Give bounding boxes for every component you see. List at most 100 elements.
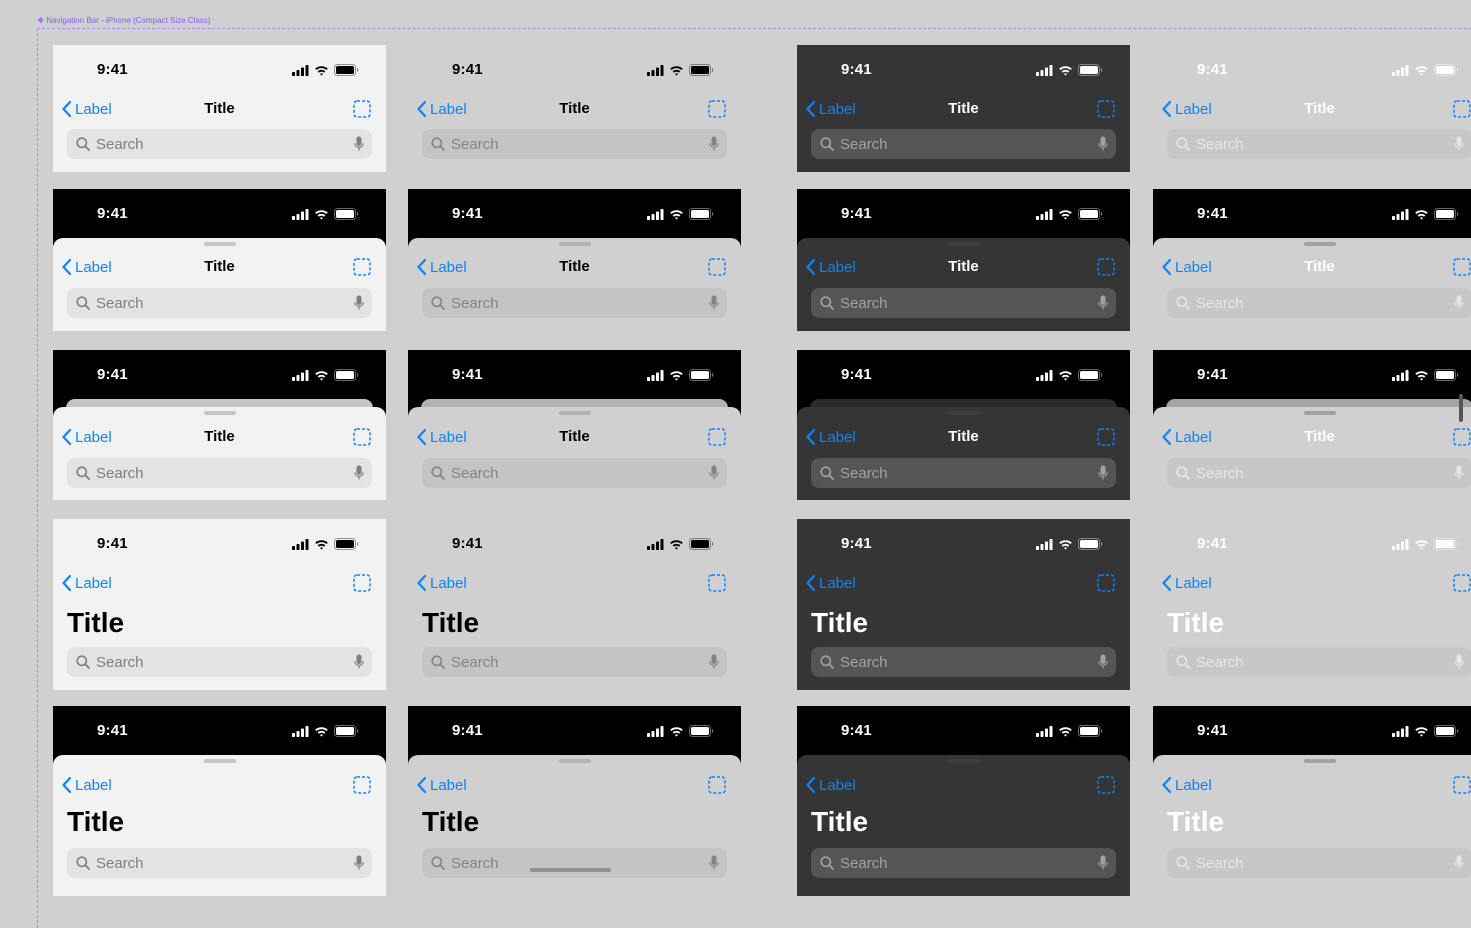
dashed-square-icon[interactable] [708, 574, 726, 592]
dashed-square-icon[interactable] [1453, 776, 1471, 794]
dashed-square-icon[interactable] [1453, 428, 1471, 446]
search-field[interactable]: Search [422, 458, 727, 488]
microphone-icon[interactable] [354, 654, 364, 670]
sheet-grabber[interactable] [1303, 759, 1336, 763]
canvas-scrollbar[interactable] [1459, 394, 1463, 422]
search-field[interactable]: Search [422, 129, 727, 159]
back-button[interactable]: Label [61, 573, 112, 593]
battery-icon [1434, 64, 1459, 76]
search-field[interactable]: Search [1167, 288, 1471, 318]
microphone-icon[interactable] [1098, 654, 1108, 670]
dashed-square-icon[interactable] [1097, 776, 1115, 794]
sheet-grabber[interactable] [558, 411, 591, 415]
microphone-icon[interactable] [709, 465, 719, 481]
search-field[interactable]: Search [67, 288, 372, 318]
microphone-icon[interactable] [1454, 136, 1464, 152]
wifi-icon [1415, 65, 1428, 76]
microphone-icon[interactable] [709, 295, 719, 311]
microphone-icon[interactable] [1454, 855, 1464, 871]
microphone-icon[interactable] [1098, 465, 1108, 481]
sheet-grabber[interactable] [1303, 411, 1336, 415]
back-button[interactable]: Label [1161, 775, 1212, 795]
dashed-square-icon[interactable] [1453, 258, 1471, 276]
sheet-grabber[interactable] [203, 411, 236, 415]
dashed-square-icon[interactable] [708, 428, 726, 446]
sheet-grabber[interactable] [947, 759, 980, 763]
cellular-signal-icon [292, 538, 309, 550]
microphone-icon[interactable] [1098, 855, 1108, 871]
back-button[interactable]: Label [805, 775, 856, 795]
microphone-icon[interactable] [1098, 295, 1108, 311]
large-title: Title [811, 607, 869, 638]
search-field[interactable]: Search [811, 129, 1116, 159]
search-field[interactable]: Search [811, 458, 1116, 488]
cellular-signal-icon [1036, 538, 1053, 550]
nav-title: Title [1304, 258, 1335, 275]
dashed-square-icon[interactable] [353, 776, 371, 794]
dashed-square-icon[interactable] [1453, 574, 1471, 592]
nav-bar-standard-full-screen-dark-transparent: 9:41 Label Title Search [1153, 45, 1471, 172]
microphone-icon[interactable] [1454, 465, 1464, 481]
back-button[interactable]: Label [416, 573, 467, 593]
dashed-square-icon[interactable] [1453, 100, 1471, 118]
status-icons [647, 369, 714, 381]
microphone-icon[interactable] [354, 136, 364, 152]
microphone-icon[interactable] [709, 855, 719, 871]
microphone-icon[interactable] [1454, 295, 1464, 311]
microphone-icon[interactable] [1098, 136, 1108, 152]
search-field[interactable]: Search [1167, 129, 1471, 159]
sheet-grabber[interactable] [947, 242, 980, 246]
microphone-icon[interactable] [354, 855, 364, 871]
sheet-grabber[interactable] [558, 759, 591, 763]
microphone-icon[interactable] [354, 465, 364, 481]
search-field[interactable]: Search [1167, 647, 1471, 677]
dashed-square-icon[interactable] [1097, 428, 1115, 446]
search-field[interactable]: Search [811, 288, 1116, 318]
nav-title: Title [1304, 100, 1335, 117]
microphone-icon[interactable] [709, 654, 719, 670]
dashed-square-icon[interactable] [1097, 100, 1115, 118]
status-time: 9:41 [841, 722, 872, 739]
cellular-signal-icon [647, 369, 664, 381]
search-field[interactable]: Search [67, 129, 372, 159]
back-button[interactable]: Label [61, 775, 112, 795]
sheet-grabber[interactable] [947, 411, 980, 415]
dashed-square-icon[interactable] [708, 258, 726, 276]
dashed-square-icon[interactable] [708, 100, 726, 118]
search-field[interactable]: Search [811, 848, 1116, 878]
status-icons [1392, 64, 1459, 76]
dashed-square-icon[interactable] [353, 574, 371, 592]
microphone-icon[interactable] [709, 136, 719, 152]
search-field[interactable]: Search [67, 848, 372, 878]
microphone-icon[interactable] [1454, 654, 1464, 670]
dashed-square-icon[interactable] [353, 428, 371, 446]
battery-icon [334, 538, 359, 550]
back-button[interactable]: Label [416, 775, 467, 795]
cellular-signal-icon [1036, 725, 1053, 737]
back-button[interactable]: Label [1161, 573, 1212, 593]
search-field[interactable]: Search [67, 647, 372, 677]
nav-bar-standard-sheet-dark-transparent: 9:41 Label Title Search [1153, 189, 1471, 331]
sheet-grabber[interactable] [558, 242, 591, 246]
search-field[interactable]: Search [422, 848, 727, 878]
search-field[interactable]: Search [67, 458, 372, 488]
search-field[interactable]: Search [1167, 848, 1471, 878]
dashed-square-icon[interactable] [1097, 574, 1115, 592]
sheet-grabber[interactable] [203, 759, 236, 763]
status-time: 9:41 [841, 535, 872, 552]
search-field[interactable]: Search [422, 647, 727, 677]
search-field[interactable]: Search [1167, 458, 1471, 488]
search-field[interactable]: Search [422, 288, 727, 318]
search-field[interactable]: Search [811, 647, 1116, 677]
dashed-square-icon[interactable] [708, 776, 726, 794]
chevron-left-icon [62, 776, 72, 794]
home-indicator [530, 868, 611, 872]
dashed-square-icon[interactable] [353, 258, 371, 276]
microphone-icon[interactable] [354, 295, 364, 311]
sheet-grabber[interactable] [203, 242, 236, 246]
back-button[interactable]: Label [805, 573, 856, 593]
sheet-grabber[interactable] [1303, 242, 1336, 246]
battery-icon [1078, 725, 1103, 737]
dashed-square-icon[interactable] [1097, 258, 1115, 276]
dashed-square-icon[interactable] [353, 100, 371, 118]
